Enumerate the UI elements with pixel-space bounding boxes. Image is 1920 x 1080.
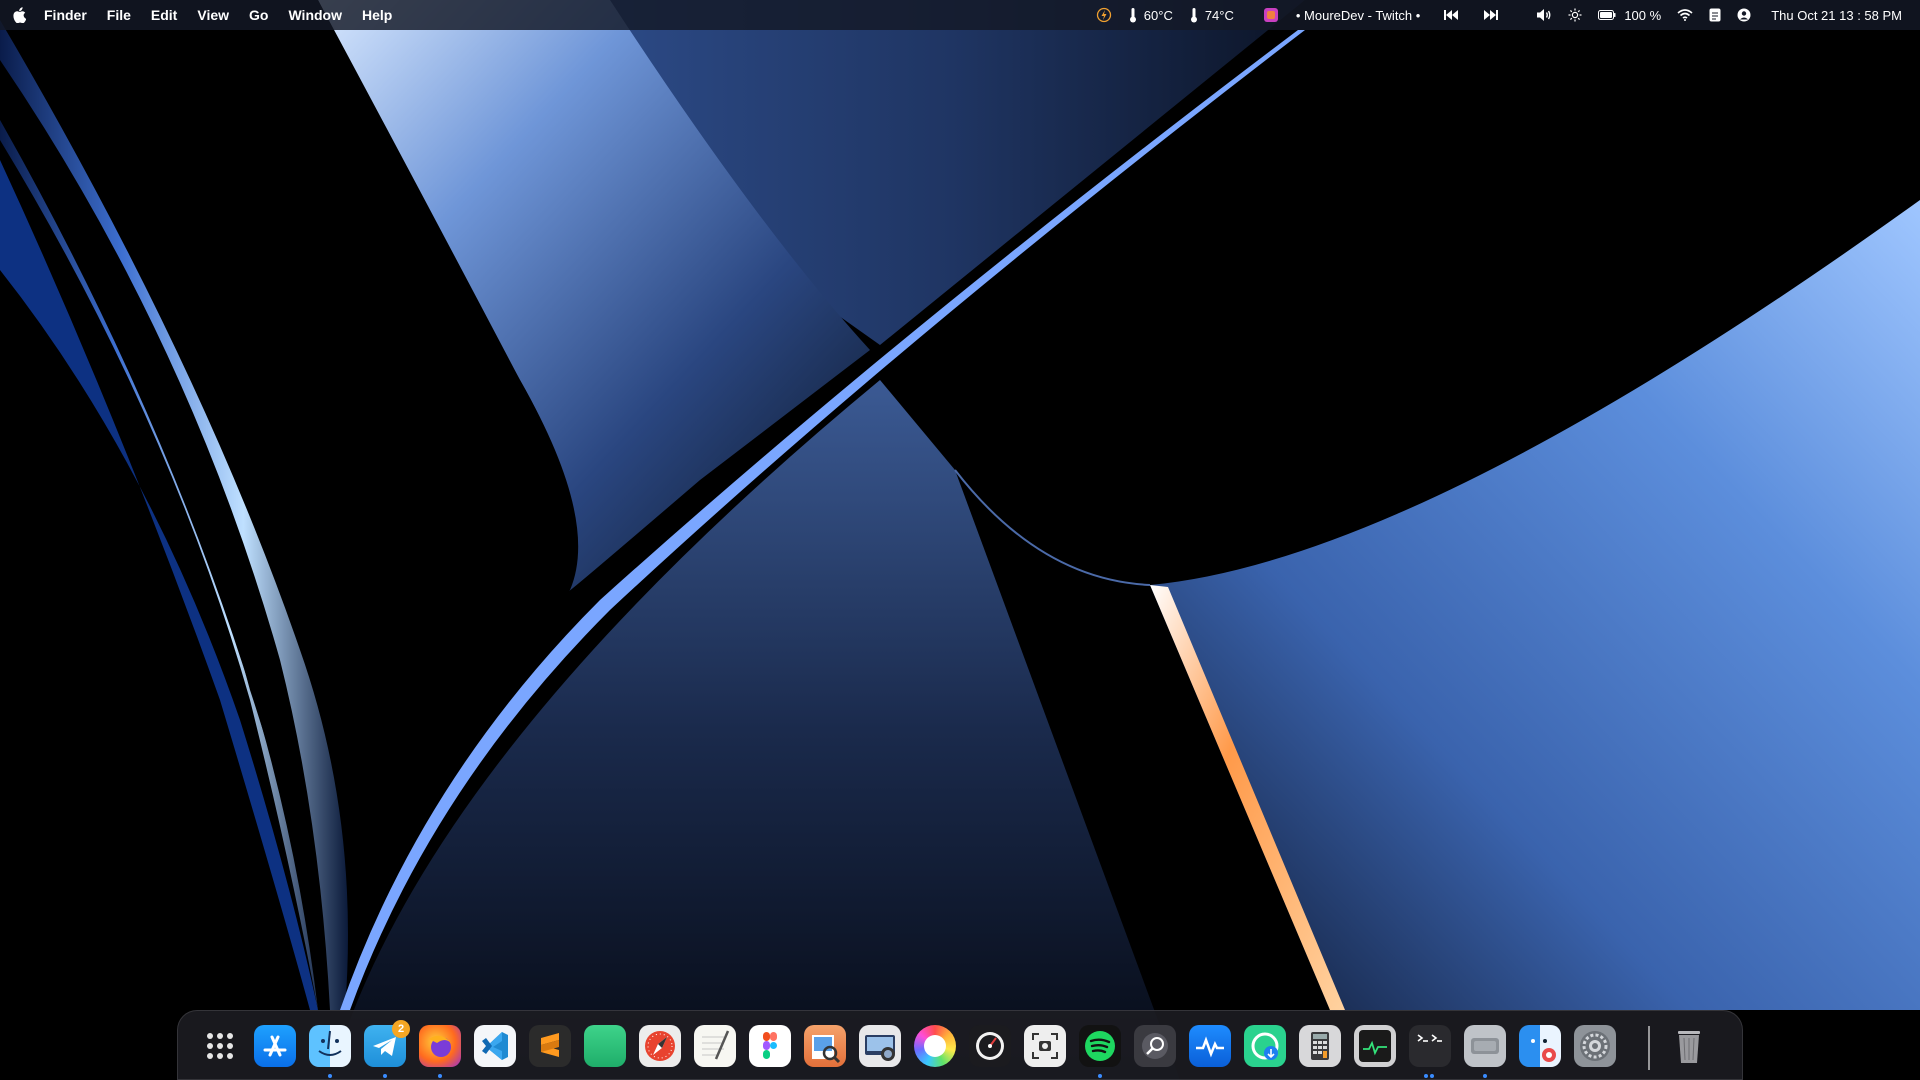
image-capture-icon[interactable]: [859, 1025, 901, 1067]
thermometer-icon: [1189, 7, 1199, 23]
battery-icon: [1598, 10, 1616, 20]
next-track-icon[interactable]: [1474, 0, 1528, 30]
desktop-wallpaper: [0, 0, 1920, 1080]
green-app-icon[interactable]: [584, 1025, 626, 1067]
figma-icon[interactable]: [749, 1025, 791, 1067]
telegram-icon[interactable]: 2: [364, 1020, 410, 1078]
previous-track-icon[interactable]: [1428, 0, 1474, 30]
menu-go[interactable]: Go: [239, 0, 278, 30]
power-icon[interactable]: [1088, 0, 1120, 30]
volume-icon[interactable]: [1528, 0, 1560, 30]
running-indicator: [383, 1074, 387, 1078]
menu-view[interactable]: View: [187, 0, 239, 30]
now-playing-label[interactable]: • MoureDev - Twitch •: [1288, 0, 1428, 30]
menu-help[interactable]: Help: [352, 0, 402, 30]
gpu-temp-item[interactable]: 74°C: [1181, 0, 1242, 30]
thermometer-icon: [1128, 7, 1138, 23]
firefox-icon[interactable]: [419, 1025, 461, 1078]
activity-monitor-app-icon[interactable]: [1189, 1025, 1231, 1067]
color-wheel-icon[interactable]: [914, 1025, 956, 1067]
spotify-icon[interactable]: [1079, 1025, 1121, 1078]
sublime-text-icon[interactable]: [529, 1025, 571, 1067]
preview-icon[interactable]: [804, 1025, 846, 1067]
download-app-icon[interactable]: [1244, 1025, 1286, 1067]
clock-label[interactable]: Thu Oct 21 13 : 58 PM: [1759, 0, 1910, 30]
menu-file[interactable]: File: [97, 0, 141, 30]
menu-edit[interactable]: Edit: [141, 0, 187, 30]
vscode-icon[interactable]: [474, 1025, 516, 1067]
wifi-icon[interactable]: [1669, 0, 1701, 30]
activity-monitor-icon[interactable]: [1354, 1025, 1396, 1067]
trash-icon[interactable]: [1668, 1025, 1710, 1067]
menu-app-name[interactable]: Finder: [34, 0, 97, 30]
app-icon[interactable]: [1242, 0, 1288, 30]
disk-utility-icon[interactable]: [969, 1025, 1011, 1067]
menu-bar: Finder File Edit View Go Window Help 60°…: [0, 0, 1920, 30]
finder-settings-icon[interactable]: [1519, 1025, 1561, 1067]
screenshot-icon[interactable]: [1024, 1025, 1066, 1067]
user-icon[interactable]: [1729, 0, 1759, 30]
dock: 2: [177, 1010, 1743, 1080]
running-indicator: [1483, 1074, 1487, 1078]
calculator-icon[interactable]: [1299, 1025, 1341, 1067]
battery-percent: 100 %: [1624, 7, 1662, 23]
menu-window[interactable]: Window: [278, 0, 352, 30]
apple-menu-icon[interactable]: [8, 0, 30, 30]
brightness-icon[interactable]: [1560, 0, 1590, 30]
dock-separator: [1648, 1026, 1650, 1070]
system-info-icon[interactable]: [1464, 1025, 1506, 1078]
terminal-icon[interactable]: [1409, 1025, 1451, 1078]
running-indicator: [1098, 1074, 1102, 1078]
safari-like-icon[interactable]: [639, 1025, 681, 1067]
cpu-temp-item[interactable]: 60°C: [1120, 0, 1181, 30]
gpu-temp-label: 74°C: [1204, 7, 1234, 23]
disk-inspector-icon[interactable]: [1134, 1025, 1176, 1067]
notification-badge: 2: [392, 1020, 410, 1038]
running-indicator: [328, 1074, 332, 1078]
cpu-temp-label: 60°C: [1143, 7, 1173, 23]
battery-item[interactable]: 100 %: [1590, 0, 1669, 30]
textedit-icon[interactable]: [694, 1025, 736, 1067]
running-indicator: [438, 1074, 442, 1078]
finder-icon[interactable]: [309, 1025, 351, 1078]
notes-icon[interactable]: [1701, 0, 1729, 30]
launchpad-icon[interactable]: [199, 1025, 241, 1067]
running-indicator: [1424, 1074, 1428, 1078]
app-store-icon[interactable]: [254, 1025, 296, 1067]
system-preferences-icon[interactable]: [1574, 1025, 1616, 1067]
